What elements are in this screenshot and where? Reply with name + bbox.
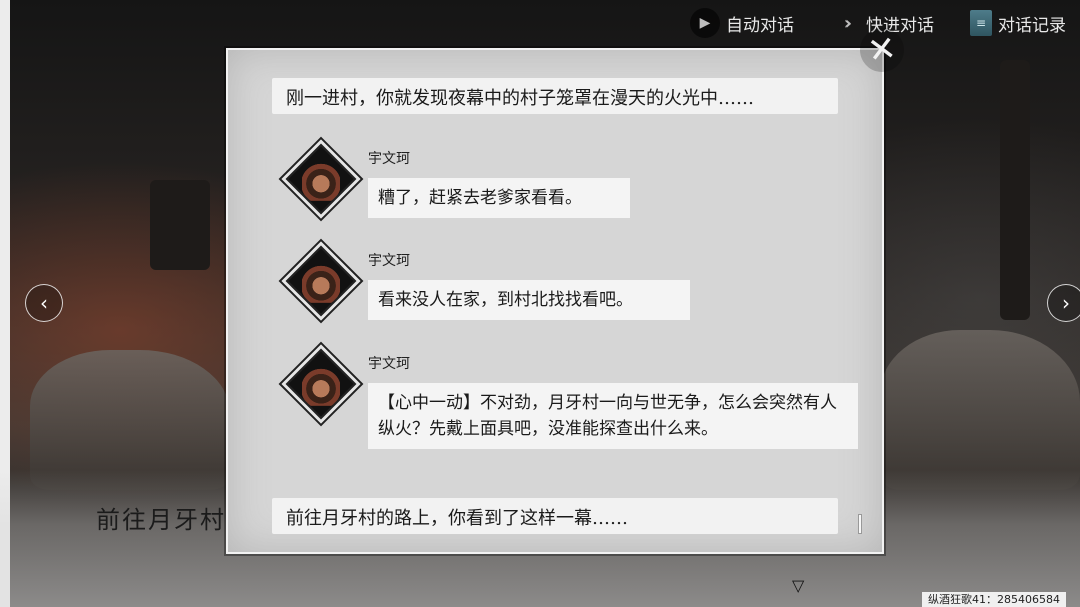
speaker-name: 宇文珂 [368,151,410,167]
auto-dialogue-button[interactable]: ▶ 自动对话 [690,6,794,40]
book-icon: ≡ [970,10,992,36]
avatar-portrait [302,264,340,303]
chevron-right-icon: › [1062,291,1070,315]
scene-cliff-right [880,330,1080,490]
auto-dialogue-label: 自动对话 [726,15,794,36]
dialogue-bubble: 糟了，赶紧去老爹家看看。 [368,178,630,218]
dialogue-log-button[interactable]: ≡ 对话记录 [970,6,1066,40]
dialogue-log-scroll-area[interactable]: 刚一进村，你就发现夜幕中的村子笼罩在漫天的火光中…… 宇文珂 糟了，赶紧去老爹家… [248,50,858,552]
triangle-down-icon: ▽ [792,576,805,595]
scene-tree-left [150,180,210,270]
scene-cliff-left [30,350,230,490]
avatar [285,143,357,215]
avatar [285,245,357,317]
avatar-portrait [302,162,340,201]
scrollbar-thumb[interactable] [858,514,862,534]
next-arrow-button[interactable]: › [1047,284,1080,322]
dialogue-log-label: 对话记录 [998,15,1066,36]
prev-arrow-button[interactable]: ‹ [25,284,63,322]
dialogue-log-panel[interactable]: 刚一进村，你就发现夜幕中的村子笼罩在漫天的火光中…… 宇文珂 糟了，赶紧去老爹家… [226,48,884,554]
dialogue-bubble: 看来没人在家，到村北找找看吧。 [368,280,690,320]
speaker-name: 宇文珂 [368,253,410,269]
fast-forward-icon: ›› [843,12,852,34]
play-icon: ▶ [690,8,720,38]
close-icon: ✕ [865,28,899,72]
narration-line: 刚一进村，你就发现夜幕中的村子笼罩在漫天的火光中…… [272,78,838,114]
avatar-portrait [302,367,340,406]
speaker-name: 宇文珂 [368,356,410,372]
narration-line: 前往月牙村的路上，你看到了这样一幕…… [272,498,838,534]
chevron-left-icon: ‹ [40,291,48,315]
avatar [285,348,357,420]
scene-caption: 前往月牙村 [96,506,226,534]
footer-watermark-tag: 纵酒狂歌41：285406584 [922,592,1066,607]
dialogue-bubble: 【心中一动】不对劲，月牙村一向与世无争，怎么会突然有人纵火？先戴上面具吧，没准能… [368,383,858,449]
scene-tree-right [1000,60,1030,320]
